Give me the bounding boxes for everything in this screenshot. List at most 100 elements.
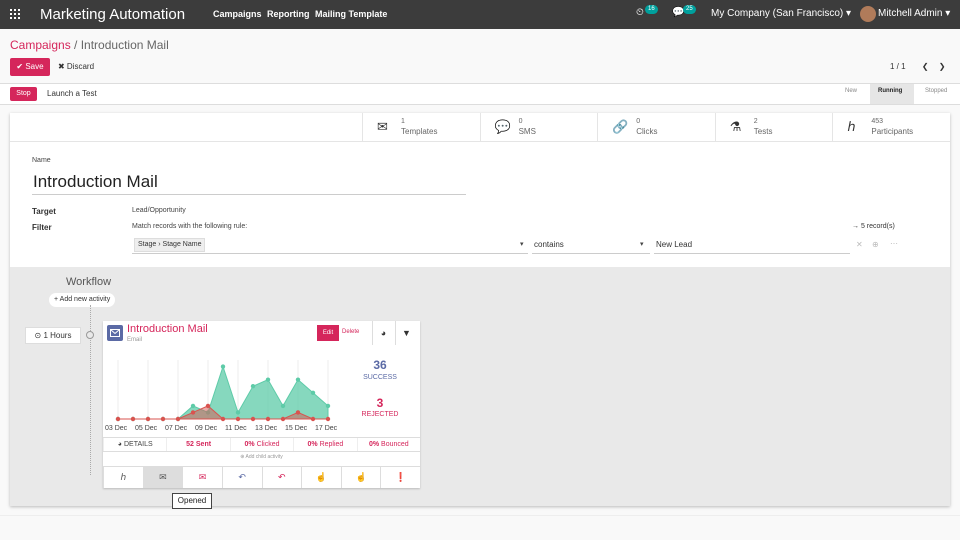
child-activity-triggers: ℎ ✉ ✉ ↶ ↶ ☝ ☝ ❗ [103,466,420,488]
data-point [115,416,121,422]
activity-icon[interactable]: ⏲ [636,7,644,18]
success-count: 36 [373,358,387,372]
clicked-trigger-icon[interactable]: ☝ [301,467,341,488]
participants-icon: ℎ [847,119,856,134]
stat-count: 1 [401,118,405,125]
apps-menu-icon[interactable] [10,9,20,19]
menu-mailing-template[interactable]: Mailing Template [315,9,387,19]
participants-trigger-icon[interactable]: ℎ [103,467,143,488]
records-count[interactable]: → 5 record(s) [852,223,895,230]
stage-stopped[interactable]: Stopped [925,88,947,94]
stop-button[interactable]: Stop [10,87,37,101]
filter-field-a: Stage [138,241,157,248]
activity-title[interactable]: Introduction Mail [127,323,208,335]
not-clicked-trigger-icon[interactable]: ☝ [340,467,381,488]
pie-chart-icon[interactable]: ◕ [372,321,394,345]
name-input[interactable]: Introduction Mail [33,172,158,192]
edit-button[interactable]: Edit [317,325,339,341]
app-brand[interactable]: Marketing Automation [40,6,185,23]
filter-field-path[interactable]: Stage › Stage Name [134,238,206,252]
email-icon [107,325,123,341]
stat-tests-button[interactable]: ⚗ 2 Tests [714,113,833,141]
operator-select[interactable]: contains [534,240,564,249]
company-switcher[interactable]: My Company (San Francisco) ▾ [711,8,851,19]
footer [0,515,960,540]
stat-templates-button[interactable]: ✉ 1 Templates [362,113,480,141]
x-tick-label: 17 Dec [315,425,338,432]
divider [10,141,950,142]
path-arrow-icon: › [158,241,161,248]
launch-test-button[interactable]: Launch a Test [47,89,97,98]
stage-running[interactable]: Running [878,88,902,94]
data-point [265,377,271,382]
stage-new[interactable]: New [845,88,857,94]
chevron-down-icon[interactable]: ▾ [640,240,644,248]
data-point [190,410,196,415]
name-label: Name [32,157,51,164]
field-underline [132,253,528,254]
not-replied-trigger-icon[interactable]: ↶ [261,467,302,488]
message-count-badge: 25 [683,5,696,14]
remove-rule-icon[interactable]: ✕ [856,240,863,249]
data-point [280,416,286,422]
details-button[interactable]: ◕ DETAILS [103,438,166,451]
more-icon[interactable]: ⋯ [890,239,898,248]
breadcrumb-campaigns-link[interactable]: Campaigns [10,38,71,52]
data-point [235,416,241,422]
pager-prev-icon[interactable]: ❮ [922,62,929,71]
activity-chart [115,360,331,422]
save-button[interactable]: ✔ Save [10,58,50,76]
user-avatar[interactable] [860,6,876,22]
x-tick-label: 03 Dec [105,425,128,432]
stat-label: Clicks [636,127,658,136]
replied-stat[interactable]: 0% Replied [293,438,356,451]
breadcrumb: Campaigns / Introduction Mail [10,38,169,52]
status-bar [0,84,960,104]
details-label: DETAILS [123,441,153,448]
stat-label: Tests [753,127,773,136]
data-point [130,416,136,422]
bounced-stat[interactable]: 0% Bounced [356,438,420,451]
filter-icon[interactable]: ▼ [395,321,417,345]
clicked-stat[interactable]: 0% Clicked [229,438,293,451]
data-point [235,410,241,415]
workflow-title: Workflow [66,276,112,288]
data-point [295,410,301,415]
add-rule-icon[interactable]: ⊕ [872,240,879,249]
not-opened-trigger-icon[interactable]: ✉ [182,467,222,488]
breadcrumb-current: Introduction Mail [80,38,169,52]
data-point [295,377,301,382]
smart-buttons: ✉ 1 Templates 💬 0 SMS 🔗 0 Clicks ⚗ 2 Tests ℎ 453 P… [362,113,950,141]
divider [0,104,960,105]
stat-clicks-button[interactable]: 🔗 0 Clicks [597,113,715,141]
menu-reporting[interactable]: Reporting [267,9,310,19]
stat-sms-button[interactable]: 💬 0 SMS [479,113,598,141]
add-activity-button[interactable]: + Add new activity [49,293,116,307]
activity-type: Email [127,337,143,343]
data-point [145,416,151,422]
replied-pct: 0% [307,441,318,448]
menu-campaigns[interactable]: Campaigns [213,9,262,19]
pager-next-icon[interactable]: ❯ [939,62,946,71]
stat-participants-button[interactable]: ℎ 453 Participants [832,113,950,141]
opened-trigger-icon[interactable]: ✉ [142,467,183,488]
data-point [250,416,256,422]
user-menu[interactable]: Mitchell Admin ▾ [878,8,950,19]
data-point [250,384,256,389]
discard-button[interactable]: ✖ Discard [58,62,94,71]
data-point [190,403,196,409]
replied-trigger-icon[interactable]: ↶ [221,467,262,488]
chevron-down-icon[interactable]: ▾ [520,240,524,248]
delete-button[interactable]: Delete [342,329,359,335]
active-stage-bg [870,84,914,104]
sent-stat[interactable]: 52 Sent [166,438,229,451]
interval-badge[interactable]: ⊙ 1 Hours [25,327,81,344]
x-tick-label: 07 Dec [165,425,188,432]
add-child-activity[interactable]: ⊕ Add child activity [103,454,420,460]
target-label: Target [32,207,56,216]
bounced-trigger-icon[interactable]: ❗ [380,467,420,488]
x-tick-label: 13 Dec [255,425,278,432]
filter-value-input[interactable]: New Lead [656,240,692,249]
stat-count: 0 [518,118,523,125]
pager-value: 1 / 1 [890,62,906,71]
